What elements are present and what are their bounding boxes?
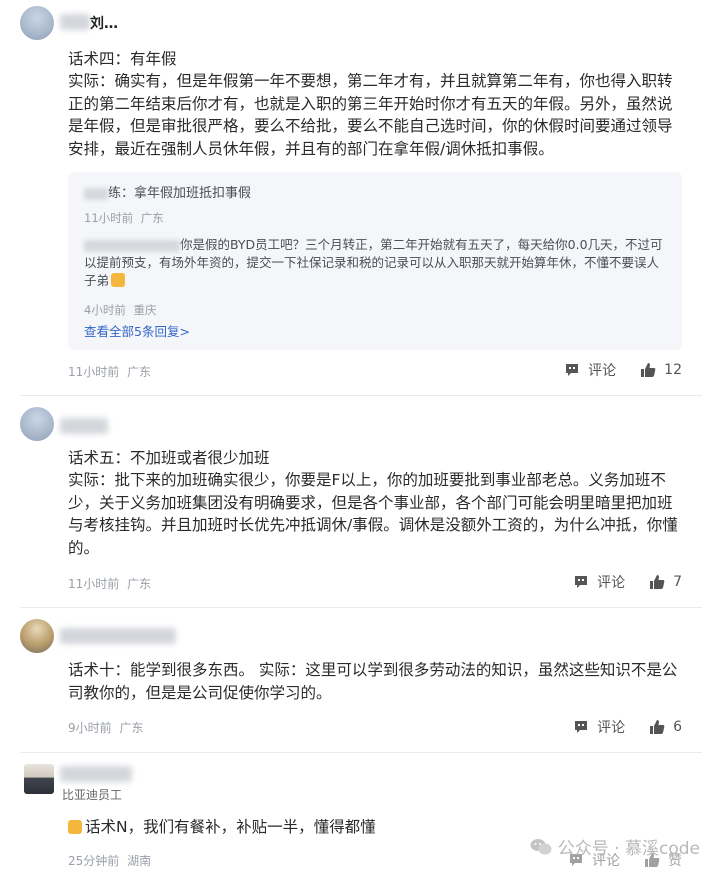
like-button[interactable]: 7 [649,574,682,590]
reply-2-location: 重庆 [133,303,157,317]
thumbs-up-icon [641,363,656,377]
comment-body-text: 话术N，我们有餐补，补贴一半，懂得都懂 [85,818,376,836]
comment-icon [575,576,588,588]
reply-1-time: 11小时前 [84,211,134,225]
username-blurred[interactable] [60,418,108,434]
username-blurred[interactable] [60,14,90,30]
reply-1-username-blurred[interactable] [84,187,108,200]
reply-2-meta: 4小时前 重庆 [84,302,156,318]
comment-body: 话术十：能学到很多东西。 实际：这里可以学到很多劳动法的知识，虽然这些知识不是公… [68,661,678,702]
comment-location: 广东 [119,721,144,735]
reply-1-meta: 11小时前 广东 [84,210,164,226]
watermark: 公众号 · 慕溪code [530,834,700,859]
avatar[interactable] [20,619,54,653]
user-badge: 比亚迪员工 [62,788,123,802]
like-count: 12 [664,362,682,378]
divider [20,395,702,396]
reply-1-header: 练：拿年假加班抵扣事假 [84,182,251,201]
like-count: 7 [673,574,682,590]
username-blurred[interactable] [60,628,176,644]
comment-time: 11小时前 [68,577,120,591]
divider [20,607,702,608]
reply-1-text: 拿年假加班抵扣事假 [134,186,252,201]
reply-2-username-blurred[interactable] [84,239,180,252]
comment-actions: 评论 6 [549,717,682,737]
avatar[interactable] [20,6,54,40]
thumbs-up-icon [650,575,665,589]
reply-2-time: 4小时前 [84,303,126,317]
comment-title: 话术五：不加班或者很少加班 [68,449,270,467]
username[interactable]: 刘… [90,13,118,33]
comment-body: 实际：确实有，但是年假第一年不要想，第二年才有，并且就算第二年有，你也得入职转正… [68,72,673,158]
reply-1-username-suffix[interactable]: 练： [108,186,134,201]
username-blurred[interactable] [60,766,132,782]
reply-thread: 练：拿年假加班抵扣事假 11小时前 广东 你是假的BYD员工吧？三个月转正，第二… [68,172,682,350]
comment-time: 11小时前 [68,365,120,379]
comment-location: 广东 [127,365,152,379]
comment-body: 实际：批下来的加班确实很少，你要是F以上，你的加班要批到事业部老总。义务加班不少… [68,471,678,557]
comment-meta: 11小时前 广东 [68,363,151,380]
emoji-icon [111,273,126,287]
comment-location: 湖南 [127,854,152,868]
comment-title: 话术四：有年假 [68,50,177,68]
comment-icon [575,721,588,733]
reply-button[interactable]: 评论 [564,360,616,380]
comment-meta: 25分钟前 湖南 [68,852,151,869]
comment-time: 9小时前 [68,721,112,735]
wechat-icon [530,838,552,854]
comment-icon [566,364,579,376]
reply-1-location: 广东 [140,211,164,225]
reply-label: 评论 [588,363,617,379]
watermark-text: 公众号 · 慕溪code [557,839,700,859]
view-all-replies-link[interactable]: 查看全部5条回复> [84,321,190,340]
reply-label: 评论 [597,575,626,591]
like-count: 6 [673,719,682,735]
reply-button[interactable]: 评论 [573,572,625,592]
thumbs-up-icon [650,720,665,734]
reply-button[interactable]: 评论 [573,717,625,737]
avatar[interactable] [24,764,54,794]
comment-location: 广东 [127,577,152,591]
comment-time: 25分钟前 [68,854,120,868]
like-button[interactable]: 6 [649,719,682,735]
comment-meta: 11小时前 广东 [68,575,151,592]
comment-meta: 9小时前 广东 [68,719,143,736]
like-button[interactable]: 12 [640,362,682,378]
comment-actions: 评论 12 [540,360,682,380]
divider [20,752,702,753]
comment-actions: 评论 7 [549,572,682,592]
avatar[interactable] [20,407,54,441]
reply-2-text: 你是假的BYD员工吧？三个月转正，第二年开始就有五天了，每天给你0.0几天，不过… [84,236,666,290]
emoji-icon [68,820,82,834]
reply-label: 评论 [597,720,626,736]
